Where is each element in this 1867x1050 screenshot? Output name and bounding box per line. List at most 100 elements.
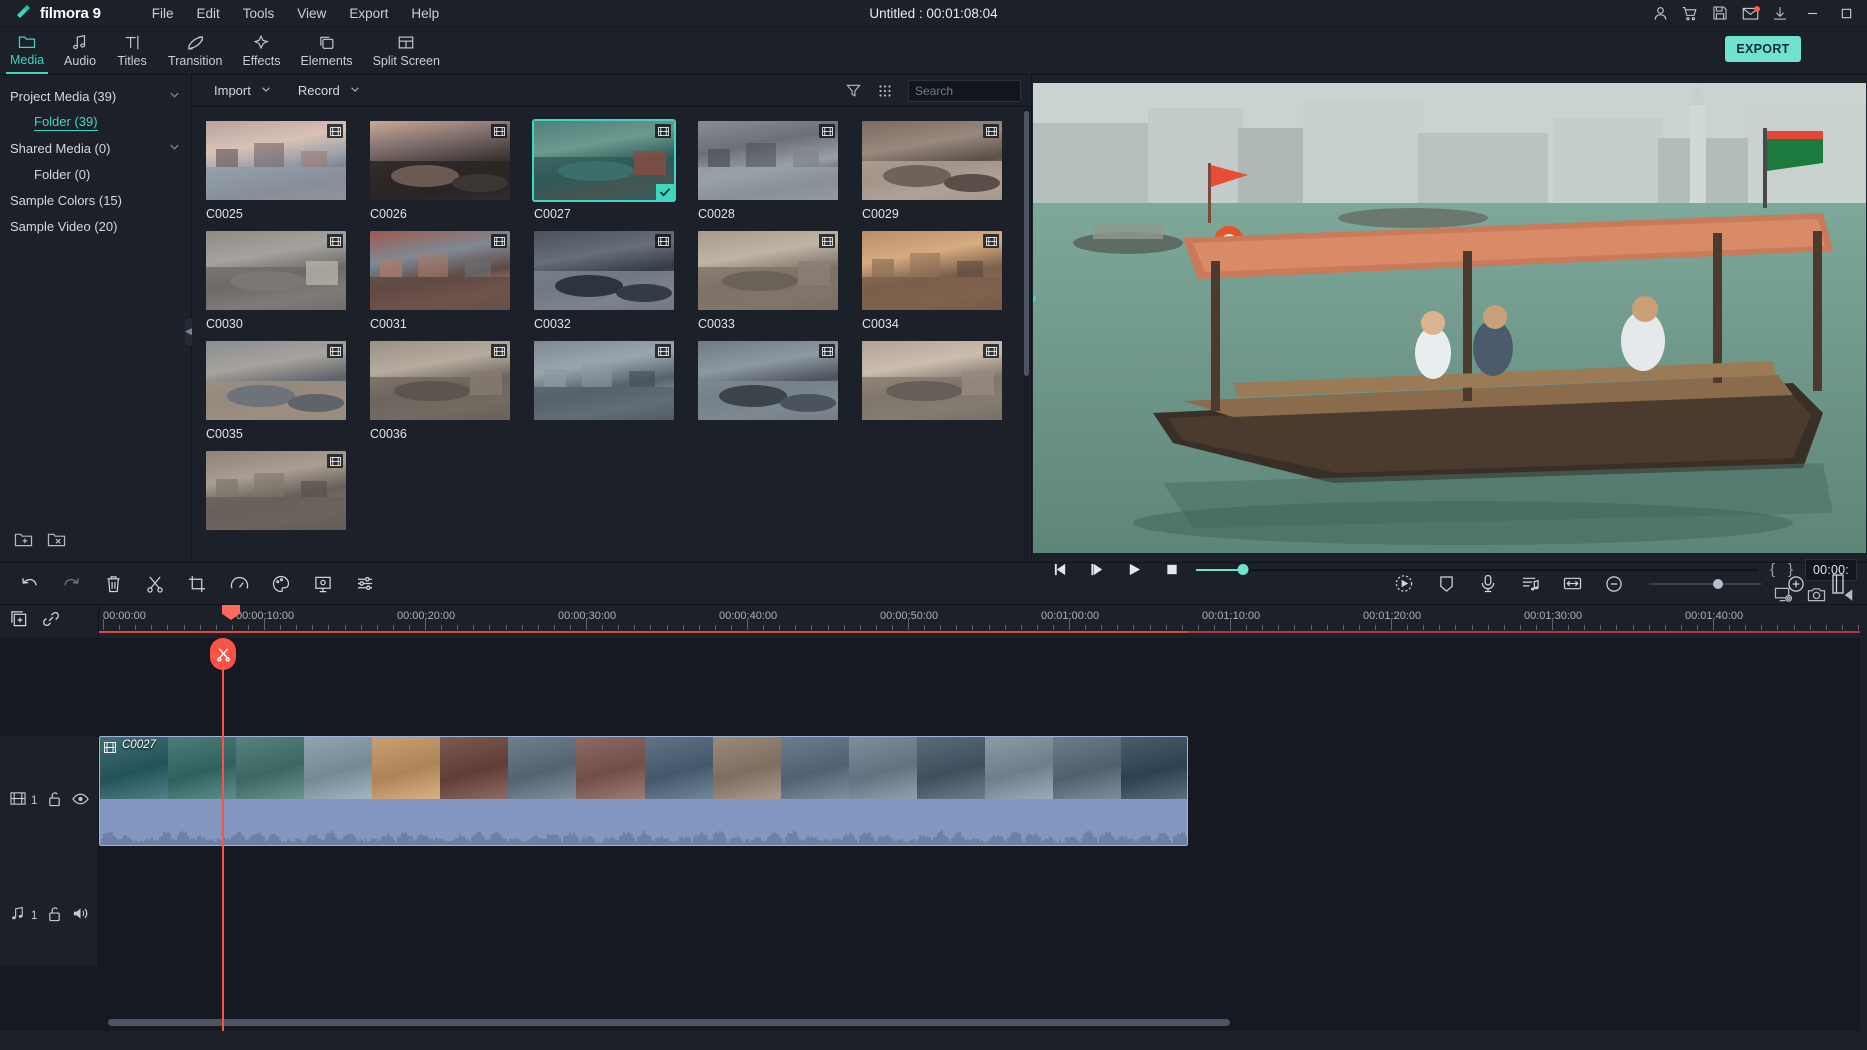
timeline-zoom-slider[interactable] bbox=[1649, 571, 1761, 597]
tab-titles[interactable]: Titles bbox=[106, 27, 158, 74]
track-lane-audio[interactable] bbox=[99, 866, 1867, 966]
tab-media[interactable]: Media bbox=[0, 27, 54, 74]
media-item[interactable]: C0027 bbox=[534, 121, 698, 221]
media-item[interactable] bbox=[698, 341, 862, 441]
media-thumbnail[interactable] bbox=[862, 341, 1002, 420]
media-grid-container[interactable]: C0025C0026C0027C0028C0029C0030C0031C0032… bbox=[192, 107, 1031, 562]
grid-view-icon[interactable] bbox=[870, 79, 900, 103]
media-item[interactable]: C0028 bbox=[698, 121, 862, 221]
preview-stage[interactable] bbox=[1032, 75, 1867, 553]
audio-mixer-icon[interactable] bbox=[352, 571, 378, 597]
media-item[interactable] bbox=[862, 341, 1026, 441]
previous-frame-button[interactable] bbox=[1042, 553, 1079, 586]
maximize-button[interactable] bbox=[1829, 0, 1863, 27]
media-item[interactable]: C0034 bbox=[862, 231, 1026, 331]
menu-export[interactable]: Export bbox=[338, 2, 399, 25]
media-thumbnail[interactable] bbox=[698, 121, 838, 200]
menu-help[interactable]: Help bbox=[400, 2, 450, 25]
media-thumbnail[interactable] bbox=[370, 341, 510, 420]
tab-split-screen[interactable]: Split Screen bbox=[363, 27, 450, 74]
sidebar-item-folder-39[interactable]: Folder (39) bbox=[0, 109, 191, 135]
progress-knob[interactable] bbox=[1238, 564, 1249, 575]
media-thumbnail[interactable] bbox=[370, 231, 510, 310]
chevron-down-icon[interactable] bbox=[168, 140, 181, 156]
menu-tools[interactable]: Tools bbox=[232, 2, 286, 25]
playhead-split-button[interactable] bbox=[210, 638, 236, 670]
mail-icon[interactable] bbox=[1735, 0, 1765, 27]
speaker-icon[interactable] bbox=[72, 906, 89, 926]
media-item[interactable]: C0026 bbox=[370, 121, 534, 221]
menu-file[interactable]: File bbox=[141, 2, 185, 25]
delete-folder-icon[interactable] bbox=[47, 531, 66, 553]
media-thumbnail[interactable] bbox=[534, 121, 674, 200]
media-item[interactable]: C0035 bbox=[206, 341, 370, 441]
media-thumbnail[interactable] bbox=[534, 231, 674, 310]
next-frame-button[interactable] bbox=[1079, 553, 1116, 586]
tab-transition[interactable]: Transition bbox=[158, 27, 232, 74]
media-item[interactable] bbox=[206, 451, 370, 537]
undo-icon[interactable] bbox=[16, 571, 42, 597]
add-track-icon[interactable] bbox=[10, 610, 28, 633]
color-tune-icon[interactable] bbox=[268, 571, 294, 597]
tab-elements[interactable]: Elements bbox=[290, 27, 362, 74]
track-header-audio[interactable]: 1 bbox=[0, 866, 99, 966]
media-thumbnail[interactable] bbox=[206, 341, 346, 420]
media-item[interactable] bbox=[534, 341, 698, 441]
media-thumbnail[interactable] bbox=[698, 341, 838, 420]
media-thumbnail[interactable] bbox=[862, 231, 1002, 310]
media-thumbnail[interactable] bbox=[206, 231, 346, 310]
media-item[interactable]: C0025 bbox=[206, 121, 370, 221]
delete-icon[interactable] bbox=[100, 571, 126, 597]
media-thumbnail[interactable] bbox=[534, 341, 674, 420]
unlock-icon[interactable] bbox=[47, 791, 62, 812]
sidebar-item-folder-0[interactable]: Folder (0) bbox=[0, 161, 191, 187]
timeline-panel-toggle-icon[interactable] bbox=[1825, 571, 1851, 597]
tab-effects[interactable]: Effects bbox=[232, 27, 290, 74]
download-icon[interactable] bbox=[1765, 0, 1795, 27]
redo-icon[interactable] bbox=[58, 571, 84, 597]
stop-button[interactable] bbox=[1153, 553, 1190, 586]
zoom-in-icon[interactable] bbox=[1783, 571, 1809, 597]
media-thumbnail[interactable] bbox=[862, 121, 1002, 200]
sidebar-item-sample-colors[interactable]: Sample Colors (15) bbox=[0, 187, 191, 213]
play-button[interactable] bbox=[1116, 553, 1153, 586]
menu-edit[interactable]: Edit bbox=[186, 2, 231, 25]
timeline-clip-c0027[interactable]: C0027 bbox=[99, 736, 1188, 846]
green-screen-icon[interactable] bbox=[310, 571, 336, 597]
media-thumbnail[interactable] bbox=[698, 231, 838, 310]
speed-icon[interactable] bbox=[226, 571, 252, 597]
split-scissors-icon[interactable] bbox=[142, 571, 168, 597]
sidebar-collapse-handle[interactable]: ◀ bbox=[185, 319, 192, 345]
cart-icon[interactable] bbox=[1675, 0, 1705, 27]
timeline-hscrollbar-thumb[interactable] bbox=[108, 1019, 1230, 1026]
media-item[interactable]: C0032 bbox=[534, 231, 698, 331]
record-button[interactable]: Record bbox=[286, 79, 373, 102]
timeline-hscrollbar[interactable] bbox=[99, 1019, 1861, 1026]
timeline-ruler[interactable]: 00:00:0000:00:10:0000:00:20:0000:00:30:0… bbox=[99, 605, 1867, 638]
sidebar-item-shared-media[interactable]: Shared Media (0) bbox=[0, 135, 191, 161]
export-button[interactable]: EXPORT bbox=[1725, 36, 1801, 62]
media-item[interactable]: C0030 bbox=[206, 231, 370, 331]
eye-icon[interactable] bbox=[72, 792, 89, 811]
track-lane-video[interactable]: C0027 bbox=[99, 736, 1867, 866]
unlock-icon[interactable] bbox=[47, 906, 62, 927]
zoom-knob[interactable] bbox=[1713, 579, 1723, 589]
media-item[interactable]: C0029 bbox=[862, 121, 1026, 221]
playhead[interactable] bbox=[222, 638, 224, 1031]
menu-view[interactable]: View bbox=[286, 2, 337, 25]
link-icon[interactable] bbox=[42, 610, 60, 633]
filter-icon[interactable] bbox=[838, 79, 868, 103]
search-box[interactable] bbox=[908, 80, 1021, 102]
account-icon[interactable] bbox=[1645, 0, 1675, 27]
save-icon[interactable] bbox=[1705, 0, 1735, 27]
track-header-video[interactable]: 1 bbox=[0, 736, 99, 866]
chevron-down-icon[interactable] bbox=[168, 88, 181, 104]
mark-in-button[interactable]: { bbox=[1770, 561, 1775, 578]
preview-video[interactable] bbox=[1033, 83, 1866, 553]
media-thumbnail[interactable] bbox=[206, 121, 346, 200]
media-scrollbar-thumb[interactable] bbox=[1024, 111, 1029, 376]
media-item[interactable]: C0033 bbox=[698, 231, 862, 331]
media-thumbnail[interactable] bbox=[370, 121, 510, 200]
minimize-button[interactable] bbox=[1795, 0, 1829, 27]
crop-icon[interactable] bbox=[184, 571, 210, 597]
